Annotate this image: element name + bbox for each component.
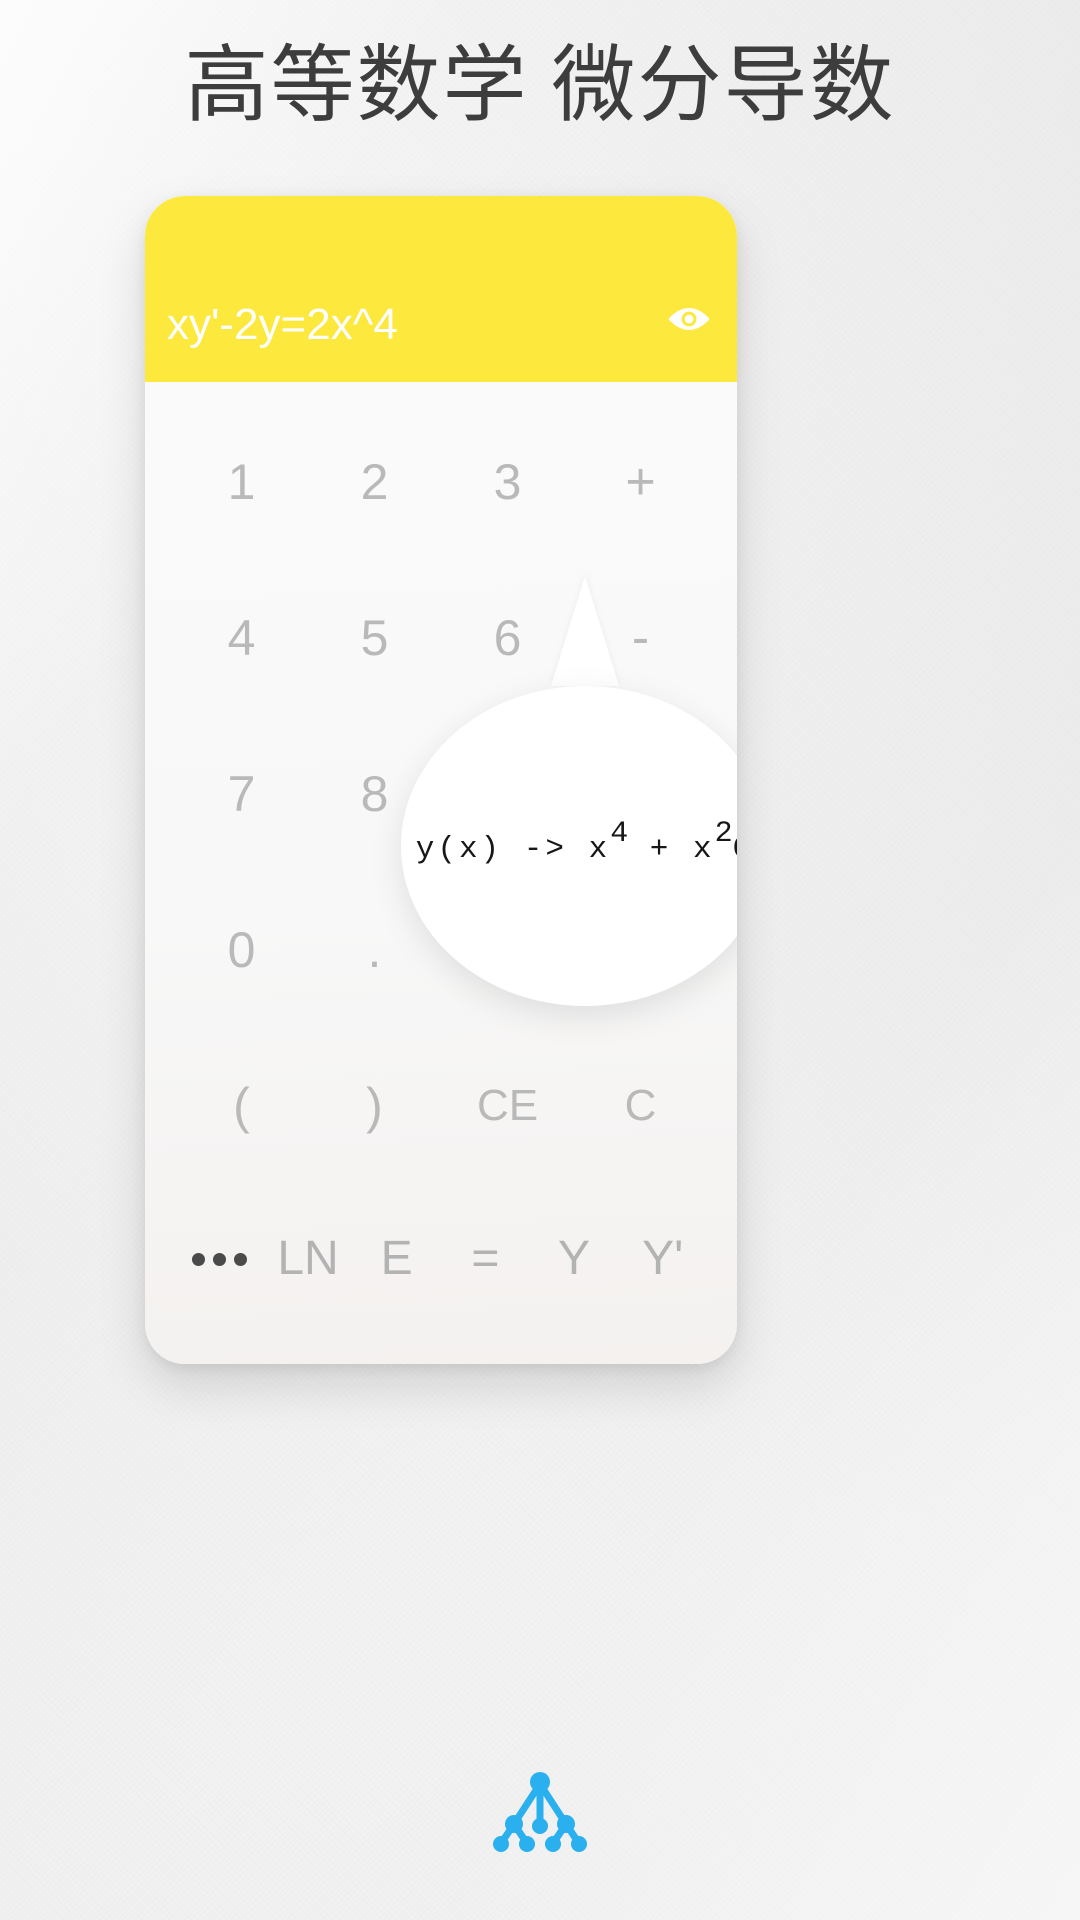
key-multiply[interactable]: ×	[574, 768, 707, 820]
three-dots-icon	[233, 1252, 247, 1266]
key-1[interactable]: 1	[175, 457, 308, 507]
phone-mockup: xy'-2y=2x^4 1 2 3 + 4 5 6 - 7 8 9 × 0 . …	[145, 196, 737, 1364]
key-clear-entry[interactable]: CE	[441, 1084, 574, 1128]
key-divide[interactable]: ÷	[574, 924, 707, 976]
key-0[interactable]: 0	[175, 925, 308, 975]
key-5[interactable]: 5	[308, 613, 441, 663]
key-variable-x[interactable]: X	[441, 925, 574, 975]
key-4[interactable]: 4	[175, 613, 308, 663]
key-plus[interactable]: +	[574, 456, 707, 508]
keypad-row-4: 0 . X ÷	[175, 872, 707, 1028]
key-2[interactable]: 2	[308, 457, 441, 507]
key-8[interactable]: 8	[308, 769, 441, 819]
key-y[interactable]: Y	[530, 1235, 619, 1283]
calculator-keypad: 1 2 3 + 4 5 6 - 7 8 9 × 0 . X ÷ ( ) CE C	[145, 382, 737, 1364]
key-3[interactable]: 3	[441, 457, 574, 507]
key-paren-open[interactable]: (	[175, 1081, 308, 1131]
three-dots-icon	[212, 1252, 226, 1266]
three-dots-icon	[191, 1252, 205, 1266]
tree-network-logo	[488, 1762, 592, 1858]
key-paren-close[interactable]: )	[308, 1081, 441, 1131]
key-equals[interactable]: =	[441, 1235, 530, 1283]
equation-input-bar[interactable]: xy'-2y=2x^4	[145, 196, 737, 382]
keypad-row-3: 7 8 9 ×	[175, 716, 707, 872]
key-minus[interactable]: -	[574, 612, 707, 664]
key-6[interactable]: 6	[441, 613, 574, 663]
equation-input-text[interactable]: xy'-2y=2x^4	[167, 300, 398, 350]
key-ln[interactable]: LN	[264, 1235, 353, 1283]
key-7[interactable]: 7	[175, 769, 308, 819]
key-9[interactable]: 9	[441, 769, 574, 819]
page-title: 高等数学 微分导数	[184, 40, 896, 133]
key-y-prime[interactable]: Y'	[618, 1235, 707, 1283]
key-e[interactable]: E	[352, 1235, 441, 1283]
key-decimal[interactable]: .	[308, 925, 441, 975]
keypad-function-row: LN E = Y Y'	[175, 1184, 707, 1334]
key-clear[interactable]: C	[574, 1084, 707, 1128]
key-more-options[interactable]	[175, 1252, 264, 1266]
keypad-row-1: 1 2 3 +	[175, 404, 707, 560]
keypad-row-5: ( ) CE C	[175, 1028, 707, 1184]
eye-icon[interactable]	[665, 295, 713, 343]
keypad-row-2: 4 5 6 -	[175, 560, 707, 716]
